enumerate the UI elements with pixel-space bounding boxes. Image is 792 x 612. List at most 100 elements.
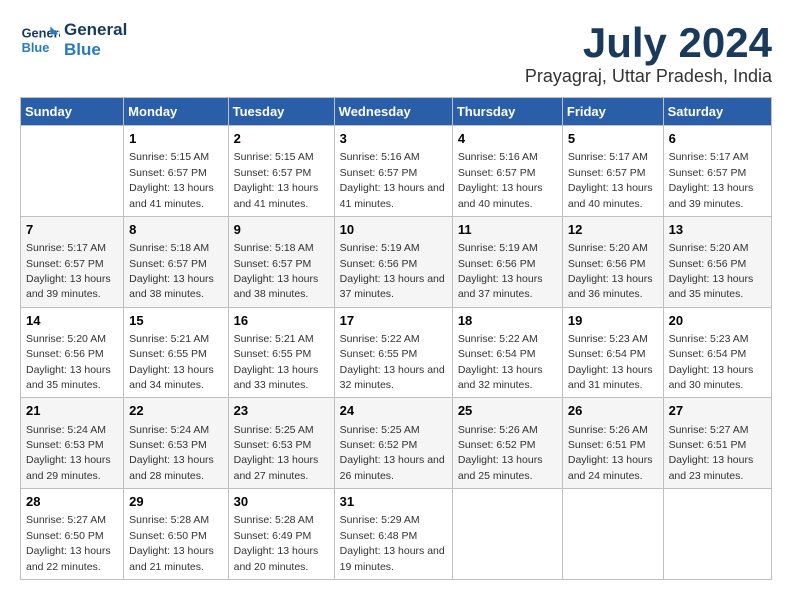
day-number: 15 <box>129 312 222 330</box>
day-number: 1 <box>129 130 222 148</box>
day-cell: 20 Sunrise: 5:23 AMSunset: 6:54 PMDaylig… <box>663 307 771 398</box>
day-info: Sunrise: 5:28 AMSunset: 6:50 PMDaylight:… <box>129 514 214 572</box>
col-header-tuesday: Tuesday <box>228 98 334 126</box>
day-info: Sunrise: 5:17 AMSunset: 6:57 PMDaylight:… <box>568 151 653 209</box>
page-header: General Blue General Blue July 2024 Pray… <box>20 20 772 87</box>
day-cell: 23 Sunrise: 5:25 AMSunset: 6:53 PMDaylig… <box>228 398 334 489</box>
day-info: Sunrise: 5:28 AMSunset: 6:49 PMDaylight:… <box>234 514 319 572</box>
week-row-3: 14 Sunrise: 5:20 AMSunset: 6:56 PMDaylig… <box>21 307 772 398</box>
day-cell: 5 Sunrise: 5:17 AMSunset: 6:57 PMDayligh… <box>562 126 663 217</box>
day-info: Sunrise: 5:26 AMSunset: 6:52 PMDaylight:… <box>458 424 543 482</box>
month-title: July 2024 <box>525 20 772 66</box>
week-row-2: 7 Sunrise: 5:17 AMSunset: 6:57 PMDayligh… <box>21 216 772 307</box>
day-info: Sunrise: 5:24 AMSunset: 6:53 PMDaylight:… <box>26 424 111 482</box>
day-number: 10 <box>340 221 447 239</box>
header-row: SundayMondayTuesdayWednesdayThursdayFrid… <box>21 98 772 126</box>
logo: General Blue General Blue <box>20 20 127 61</box>
day-cell: 19 Sunrise: 5:23 AMSunset: 6:54 PMDaylig… <box>562 307 663 398</box>
day-cell: 12 Sunrise: 5:20 AMSunset: 6:56 PMDaylig… <box>562 216 663 307</box>
calendar-table: SundayMondayTuesdayWednesdayThursdayFrid… <box>20 97 772 580</box>
day-number: 5 <box>568 130 658 148</box>
week-row-5: 28 Sunrise: 5:27 AMSunset: 6:50 PMDaylig… <box>21 489 772 580</box>
week-row-4: 21 Sunrise: 5:24 AMSunset: 6:53 PMDaylig… <box>21 398 772 489</box>
day-cell: 24 Sunrise: 5:25 AMSunset: 6:52 PMDaylig… <box>334 398 452 489</box>
logo-line1: General <box>64 20 127 40</box>
day-number: 12 <box>568 221 658 239</box>
day-info: Sunrise: 5:15 AMSunset: 6:57 PMDaylight:… <box>234 151 319 209</box>
location-subtitle: Prayagraj, Uttar Pradesh, India <box>525 66 772 87</box>
day-cell <box>452 489 562 580</box>
day-info: Sunrise: 5:24 AMSunset: 6:53 PMDaylight:… <box>129 424 214 482</box>
day-cell: 4 Sunrise: 5:16 AMSunset: 6:57 PMDayligh… <box>452 126 562 217</box>
day-info: Sunrise: 5:17 AMSunset: 6:57 PMDaylight:… <box>669 151 754 209</box>
day-cell: 17 Sunrise: 5:22 AMSunset: 6:55 PMDaylig… <box>334 307 452 398</box>
day-info: Sunrise: 5:25 AMSunset: 6:52 PMDaylight:… <box>340 424 445 482</box>
day-cell: 18 Sunrise: 5:22 AMSunset: 6:54 PMDaylig… <box>452 307 562 398</box>
day-cell: 16 Sunrise: 5:21 AMSunset: 6:55 PMDaylig… <box>228 307 334 398</box>
day-cell <box>562 489 663 580</box>
day-cell: 21 Sunrise: 5:24 AMSunset: 6:53 PMDaylig… <box>21 398 124 489</box>
day-number: 29 <box>129 493 222 511</box>
logo-icon: General Blue <box>20 20 60 60</box>
day-number: 27 <box>669 402 766 420</box>
day-info: Sunrise: 5:20 AMSunset: 6:56 PMDaylight:… <box>669 242 754 300</box>
day-number: 4 <box>458 130 557 148</box>
day-cell: 28 Sunrise: 5:27 AMSunset: 6:50 PMDaylig… <box>21 489 124 580</box>
day-cell: 7 Sunrise: 5:17 AMSunset: 6:57 PMDayligh… <box>21 216 124 307</box>
day-number: 7 <box>26 221 118 239</box>
day-info: Sunrise: 5:18 AMSunset: 6:57 PMDaylight:… <box>129 242 214 300</box>
day-info: Sunrise: 5:21 AMSunset: 6:55 PMDaylight:… <box>234 333 319 391</box>
day-number: 6 <box>669 130 766 148</box>
day-cell: 25 Sunrise: 5:26 AMSunset: 6:52 PMDaylig… <box>452 398 562 489</box>
day-info: Sunrise: 5:21 AMSunset: 6:55 PMDaylight:… <box>129 333 214 391</box>
day-info: Sunrise: 5:23 AMSunset: 6:54 PMDaylight:… <box>568 333 653 391</box>
day-info: Sunrise: 5:27 AMSunset: 6:51 PMDaylight:… <box>669 424 754 482</box>
day-number: 23 <box>234 402 329 420</box>
day-number: 8 <box>129 221 222 239</box>
col-header-thursday: Thursday <box>452 98 562 126</box>
day-number: 9 <box>234 221 329 239</box>
day-info: Sunrise: 5:29 AMSunset: 6:48 PMDaylight:… <box>340 514 445 572</box>
day-cell: 1 Sunrise: 5:15 AMSunset: 6:57 PMDayligh… <box>124 126 228 217</box>
col-header-monday: Monday <box>124 98 228 126</box>
day-cell: 10 Sunrise: 5:19 AMSunset: 6:56 PMDaylig… <box>334 216 452 307</box>
day-info: Sunrise: 5:23 AMSunset: 6:54 PMDaylight:… <box>669 333 754 391</box>
day-cell: 2 Sunrise: 5:15 AMSunset: 6:57 PMDayligh… <box>228 126 334 217</box>
day-cell <box>663 489 771 580</box>
day-number: 30 <box>234 493 329 511</box>
day-number: 14 <box>26 312 118 330</box>
day-info: Sunrise: 5:26 AMSunset: 6:51 PMDaylight:… <box>568 424 653 482</box>
day-number: 18 <box>458 312 557 330</box>
day-cell: 6 Sunrise: 5:17 AMSunset: 6:57 PMDayligh… <box>663 126 771 217</box>
col-header-sunday: Sunday <box>21 98 124 126</box>
day-number: 26 <box>568 402 658 420</box>
day-number: 3 <box>340 130 447 148</box>
col-header-friday: Friday <box>562 98 663 126</box>
week-row-1: 1 Sunrise: 5:15 AMSunset: 6:57 PMDayligh… <box>21 126 772 217</box>
day-cell: 15 Sunrise: 5:21 AMSunset: 6:55 PMDaylig… <box>124 307 228 398</box>
day-cell: 3 Sunrise: 5:16 AMSunset: 6:57 PMDayligh… <box>334 126 452 217</box>
day-cell: 27 Sunrise: 5:27 AMSunset: 6:51 PMDaylig… <box>663 398 771 489</box>
logo-line2: Blue <box>64 40 101 60</box>
day-cell: 31 Sunrise: 5:29 AMSunset: 6:48 PMDaylig… <box>334 489 452 580</box>
day-number: 21 <box>26 402 118 420</box>
day-cell: 13 Sunrise: 5:20 AMSunset: 6:56 PMDaylig… <box>663 216 771 307</box>
day-info: Sunrise: 5:18 AMSunset: 6:57 PMDaylight:… <box>234 242 319 300</box>
day-info: Sunrise: 5:20 AMSunset: 6:56 PMDaylight:… <box>26 333 111 391</box>
day-cell: 9 Sunrise: 5:18 AMSunset: 6:57 PMDayligh… <box>228 216 334 307</box>
day-info: Sunrise: 5:15 AMSunset: 6:57 PMDaylight:… <box>129 151 214 209</box>
day-cell: 26 Sunrise: 5:26 AMSunset: 6:51 PMDaylig… <box>562 398 663 489</box>
day-number: 11 <box>458 221 557 239</box>
col-header-wednesday: Wednesday <box>334 98 452 126</box>
day-info: Sunrise: 5:25 AMSunset: 6:53 PMDaylight:… <box>234 424 319 482</box>
day-number: 22 <box>129 402 222 420</box>
day-number: 13 <box>669 221 766 239</box>
day-info: Sunrise: 5:19 AMSunset: 6:56 PMDaylight:… <box>458 242 543 300</box>
day-cell: 8 Sunrise: 5:18 AMSunset: 6:57 PMDayligh… <box>124 216 228 307</box>
day-info: Sunrise: 5:27 AMSunset: 6:50 PMDaylight:… <box>26 514 111 572</box>
day-info: Sunrise: 5:20 AMSunset: 6:56 PMDaylight:… <box>568 242 653 300</box>
day-info: Sunrise: 5:22 AMSunset: 6:55 PMDaylight:… <box>340 333 445 391</box>
col-header-saturday: Saturday <box>663 98 771 126</box>
day-number: 17 <box>340 312 447 330</box>
day-cell: 14 Sunrise: 5:20 AMSunset: 6:56 PMDaylig… <box>21 307 124 398</box>
